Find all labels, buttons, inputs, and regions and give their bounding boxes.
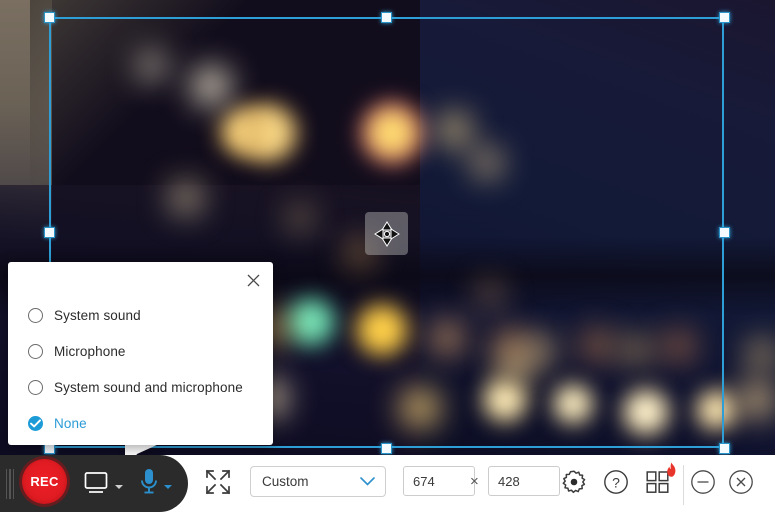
- close-icon[interactable]: [242, 269, 264, 291]
- audio-option-system-sound-and-microphone[interactable]: System sound and microphone: [28, 369, 263, 405]
- bokeh-light: [666, 333, 692, 359]
- bokeh-light: [474, 150, 500, 176]
- resize-handle-se[interactable]: [719, 443, 730, 454]
- fullscreen-expand-icon[interactable]: [204, 468, 232, 496]
- resize-handle-s[interactable]: [381, 443, 392, 454]
- monitor-source-chevron-down-icon[interactable]: [114, 484, 123, 490]
- height-input[interactable]: [488, 466, 560, 496]
- toolbar-divider: [683, 465, 684, 505]
- audio-source-chevron-down-icon[interactable]: [163, 484, 172, 490]
- preset-chevron-down-icon: [360, 477, 375, 486]
- record-button-label: REC: [30, 474, 58, 489]
- minimize-circle-icon[interactable]: [689, 468, 717, 496]
- resize-handle-nw[interactable]: [44, 12, 55, 23]
- audio-option-none[interactable]: None: [28, 405, 263, 441]
- radio-unchecked-icon[interactable]: [28, 344, 43, 359]
- bokeh-light: [192, 67, 230, 105]
- radio-checked-icon[interactable]: [28, 416, 43, 431]
- bokeh-light: [171, 183, 201, 213]
- radio-unchecked-icon[interactable]: [28, 380, 43, 395]
- width-input[interactable]: [403, 466, 475, 496]
- bokeh-light: [356, 304, 408, 356]
- audio-option-list: System sound Microphone System sound and m…: [28, 297, 263, 441]
- audio-option-label: System sound: [54, 308, 141, 323]
- screen-recorder-window: System sound Microphone System sound and m…: [0, 0, 775, 518]
- bokeh-light: [432, 323, 462, 353]
- move-cursor-icon[interactable]: [365, 212, 408, 255]
- audio-option-label: Microphone: [54, 344, 126, 359]
- record-button[interactable]: REC: [22, 459, 67, 504]
- grid-apps-icon[interactable]: [644, 469, 672, 495]
- toolbar-drag-grip[interactable]: [6, 469, 14, 499]
- question-circle-icon[interactable]: ?: [602, 468, 630, 496]
- bokeh-light: [480, 285, 500, 305]
- bokeh-light: [584, 332, 610, 358]
- audio-option-label: System sound and microphone: [54, 380, 243, 395]
- microphone-icon[interactable]: [136, 466, 162, 498]
- bokeh-light: [749, 342, 775, 368]
- audio-source-popup: System sound Microphone System sound and m…: [8, 262, 273, 445]
- resize-handle-ne[interactable]: [719, 12, 730, 23]
- bokeh-light: [696, 390, 736, 430]
- audio-option-system-sound[interactable]: System sound: [28, 297, 263, 333]
- bokeh-light: [290, 208, 310, 228]
- bokeh-light: [483, 378, 527, 422]
- resize-handle-w[interactable]: [44, 227, 55, 238]
- bokeh-light: [740, 383, 774, 417]
- preset-dropdown-value: Custom: [262, 474, 360, 489]
- audio-option-microphone[interactable]: Microphone: [28, 333, 263, 369]
- preset-dropdown[interactable]: Custom: [250, 466, 386, 497]
- bokeh-light: [624, 338, 648, 362]
- bokeh-light: [497, 332, 523, 358]
- flame-badge-icon: [665, 462, 677, 477]
- bokeh-light: [623, 389, 669, 435]
- audio-option-label: None: [54, 416, 87, 431]
- bokeh-light: [527, 337, 553, 363]
- bokeh-light: [361, 102, 423, 164]
- resize-handle-n[interactable]: [381, 12, 392, 23]
- bokeh-light: [139, 53, 165, 79]
- monitor-icon[interactable]: [82, 470, 112, 496]
- close-circle-icon[interactable]: [727, 468, 755, 496]
- gear-icon[interactable]: [560, 468, 588, 496]
- resize-handle-e[interactable]: [719, 227, 730, 238]
- radio-unchecked-icon[interactable]: [28, 308, 43, 323]
- bokeh-light: [553, 384, 593, 424]
- bokeh-light: [439, 115, 469, 145]
- bokeh-light: [287, 298, 335, 346]
- building-silhouette-diagonal: [30, 0, 330, 190]
- dimension-separator: ×: [470, 473, 479, 490]
- bokeh-light: [220, 109, 266, 155]
- bokeh-light: [401, 389, 439, 427]
- svg-text:?: ?: [612, 474, 620, 490]
